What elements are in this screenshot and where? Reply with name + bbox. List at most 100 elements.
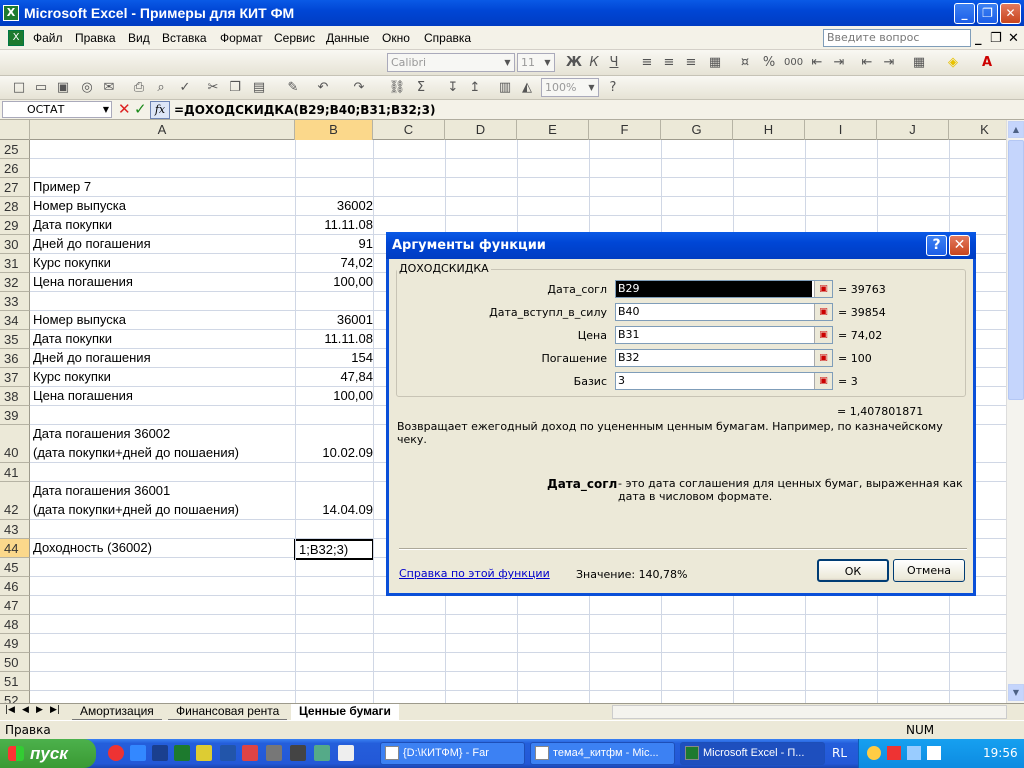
percent-icon[interactable]: % <box>760 54 778 72</box>
row-header[interactable]: 26 <box>0 159 30 178</box>
cell-b[interactable]: 91 <box>359 236 373 251</box>
arg-input-settlement[interactable]: B29 ▣ <box>615 280 833 298</box>
column-header-h[interactable]: H <box>733 120 805 140</box>
zoom-select[interactable]: 100% ▼ <box>541 78 599 97</box>
start-button[interactable]: пуск <box>0 739 96 768</box>
permission-icon[interactable]: ◎ <box>78 79 96 97</box>
currency-icon[interactable]: ¤ <box>736 54 754 72</box>
align-center-icon[interactable]: ≡ <box>660 54 678 72</box>
merge-center-icon[interactable]: ▦ <box>706 54 724 72</box>
formula-input[interactable]: =ДОХОДСКИДКА(B29;B40;B31;B32;3) <box>174 101 435 119</box>
horizontal-scrollbar[interactable] <box>612 705 1007 719</box>
autosum-icon[interactable]: Σ <box>412 79 430 97</box>
menu-format[interactable]: Формат <box>220 31 263 45</box>
redo-icon[interactable]: ↷ <box>350 79 368 97</box>
menu-file[interactable]: Файл <box>33 31 63 45</box>
paste-icon[interactable]: ▤ <box>250 79 268 97</box>
media-icon[interactable] <box>242 745 258 761</box>
format-painter-icon[interactable]: ✎ <box>284 79 302 97</box>
collapse-dialog-icon[interactable]: ▣ <box>814 327 832 343</box>
restore-button[interactable]: ❐ <box>977 3 998 24</box>
desktop-icon[interactable] <box>266 745 282 761</box>
dialog-title-bar[interactable]: Аргументы функции ? ✕ <box>386 232 976 259</box>
minimize-button[interactable]: _ <box>954 3 975 24</box>
font-color-icon[interactable]: A <box>978 54 996 72</box>
row-header[interactable]: 39 <box>0 406 30 425</box>
menu-insert[interactable]: Вставка <box>162 31 207 45</box>
row-header[interactable]: 41 <box>0 463 30 482</box>
row-header[interactable]: 47 <box>0 596 30 615</box>
align-left-icon[interactable]: ≡ <box>638 54 656 72</box>
doc-restore-icon[interactable]: ❐ <box>990 31 1002 46</box>
row-header[interactable]: 33 <box>0 292 30 311</box>
help-icon[interactable]: ? <box>604 79 622 97</box>
font-name-select[interactable]: Calibri ▼ <box>387 53 515 72</box>
decrease-indent-icon[interactable]: ⇤ <box>858 54 876 72</box>
ie-icon[interactable] <box>130 745 146 761</box>
window-title-bar[interactable]: X Microsoft Excel - Примеры для КИТ ФМ _… <box>0 0 1024 26</box>
cell-a[interactable]: Цена погашения <box>33 274 133 289</box>
decrease-decimal-icon[interactable]: ⇥ <box>830 54 848 72</box>
last-sheet-icon[interactable]: ▶| <box>50 705 60 715</box>
row-header[interactable]: 43 <box>0 520 30 539</box>
cell-a[interactable]: Дата покупки <box>33 331 112 346</box>
cmd-icon[interactable] <box>290 745 306 761</box>
cancel-entry-icon[interactable]: ✕ <box>118 101 131 118</box>
menu-window[interactable]: Окно <box>382 31 410 45</box>
cell-b[interactable]: 154 <box>351 350 373 365</box>
column-header-a[interactable]: A <box>30 120 295 140</box>
sort-asc-icon[interactable]: ↧ <box>444 79 462 97</box>
column-header-f[interactable]: F <box>589 120 661 140</box>
open-icon[interactable]: ▭ <box>32 79 50 97</box>
sheet-tab-securities[interactable]: Ценные бумаги <box>291 704 399 720</box>
print-preview-icon[interactable]: ⌕ <box>152 79 170 97</box>
cell-b[interactable]: 11.11.08 <box>324 217 373 232</box>
row-header[interactable]: 48 <box>0 615 30 634</box>
row-header[interactable]: 31 <box>0 254 30 273</box>
column-header-c[interactable]: C <box>373 120 445 140</box>
cell-b[interactable]: 14.04.09 <box>322 502 373 517</box>
cell-a[interactable]: Доходность (36002) <box>33 540 152 555</box>
arg-input-price[interactable]: B31 ▣ <box>615 326 833 344</box>
folder-icon[interactable] <box>314 745 330 761</box>
row-header[interactable]: 46 <box>0 577 30 596</box>
scroll-up-icon[interactable]: ▲ <box>1008 121 1024 138</box>
doc-close-icon[interactable]: ✕ <box>1008 31 1019 46</box>
app-icon[interactable] <box>196 745 212 761</box>
increase-decimal-icon[interactable]: ⇤ <box>808 54 826 72</box>
first-sheet-icon[interactable]: |◀ <box>5 705 15 715</box>
copy-icon[interactable]: ❐ <box>226 79 244 97</box>
chart-wizard-icon[interactable]: ▥ <box>496 79 514 97</box>
borders-icon[interactable]: ▦ <box>910 54 928 72</box>
row-header[interactable]: 37 <box>0 368 30 387</box>
spelling-icon[interactable]: ✓ <box>176 79 194 97</box>
row-header[interactable]: 28 <box>0 197 30 216</box>
column-header-k[interactable]: K <box>949 120 1006 140</box>
row-header[interactable]: 50 <box>0 653 30 672</box>
column-header-b[interactable]: B <box>295 120 373 140</box>
menu-edit[interactable]: Правка <box>75 31 116 45</box>
print-icon[interactable]: ⎙ <box>130 79 148 97</box>
row-header[interactable]: 52 <box>0 691 30 703</box>
cell-b[interactable]: 36001 <box>337 312 373 327</box>
cell-b[interactable]: 36002 <box>337 198 373 213</box>
font-size-select[interactable]: 11 ▼ <box>517 53 555 72</box>
collapse-dialog-icon[interactable]: ▣ <box>814 281 832 297</box>
save-icon[interactable]: ▣ <box>54 79 72 97</box>
vertical-scrollbar[interactable]: ▲ ▼ <box>1006 120 1024 703</box>
hyperlink-icon[interactable]: ⛓ <box>388 79 406 97</box>
task-excel[interactable]: Microsoft Excel - П... <box>680 742 825 765</box>
align-right-icon[interactable]: ≡ <box>682 54 700 72</box>
column-header-e[interactable]: E <box>517 120 589 140</box>
prev-sheet-icon[interactable]: ◀ <box>22 705 29 715</box>
row-header[interactable]: 45 <box>0 558 30 577</box>
menu-help[interactable]: Справка <box>424 31 471 45</box>
next-sheet-icon[interactable]: ▶ <box>36 705 43 715</box>
row-header[interactable]: 30 <box>0 235 30 254</box>
cell-b[interactable]: 10.02.09 <box>322 445 373 460</box>
ok-button[interactable]: ОК <box>817 559 889 582</box>
row-header[interactable]: 32 <box>0 273 30 292</box>
antivirus-icon[interactable] <box>887 746 901 760</box>
task-far[interactable]: {D:\КИТФМ} - Far <box>380 742 525 765</box>
chevron-down-icon[interactable]: ▼ <box>103 102 109 117</box>
